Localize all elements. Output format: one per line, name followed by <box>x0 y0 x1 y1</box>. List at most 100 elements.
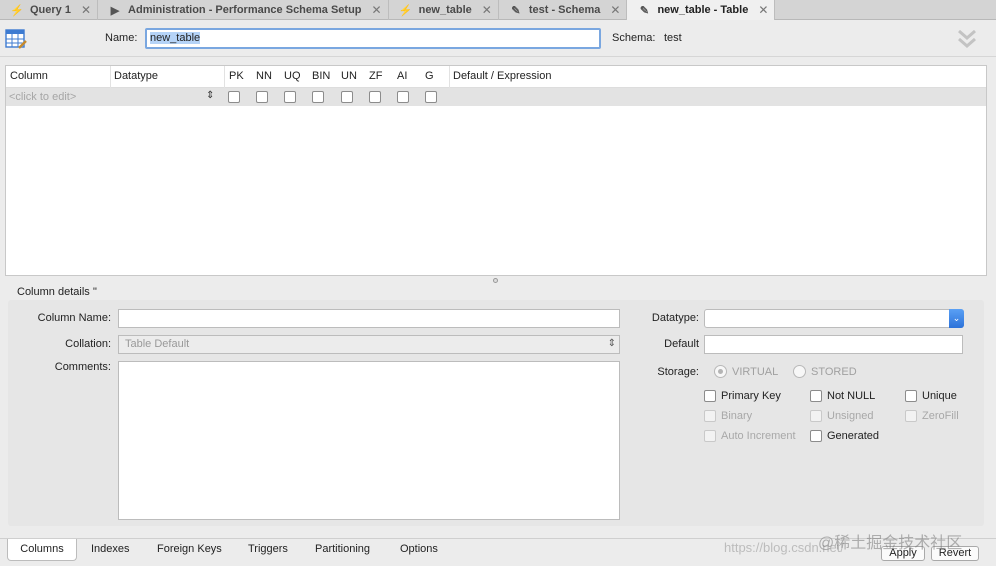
tab-test-schema[interactable]: ✎ test - Schema ✕ <box>499 0 628 20</box>
nn-checkbox[interactable] <box>256 91 268 103</box>
play-circle-icon: ▶ <box>110 4 120 17</box>
col-header-default[interactable]: Default / Expression <box>453 70 551 82</box>
watermark-text: @稀土掘金技术社区 <box>818 535 963 552</box>
name-label: Name: <box>105 32 138 44</box>
column-details-title: Column details '' <box>17 286 98 298</box>
column-details-panel: Column Name: Collation: Table Default ⇕ … <box>8 300 984 526</box>
unique-label: Unique <box>922 390 957 402</box>
wrench-icon: ✎ <box>511 4 521 17</box>
comments-textarea[interactable] <box>118 361 620 520</box>
header-divider <box>110 66 111 88</box>
un-checkbox[interactable] <box>341 91 353 103</box>
lightning-icon: ⚡ <box>10 4 24 17</box>
col-header-pk[interactable]: PK <box>229 70 244 82</box>
generated-label: Generated <box>827 430 879 442</box>
splitter-handle[interactable] <box>493 278 498 283</box>
comments-label: Comments: <box>54 361 111 373</box>
col-header-column[interactable]: Column <box>10 70 48 82</box>
table-header: Name: new_table Schema: test <box>0 20 996 57</box>
table-name-input[interactable]: new_table <box>145 28 601 49</box>
table-name-value: new_table <box>150 32 201 44</box>
tab-administration[interactable]: ▶ Administration - Performance Schema Se… <box>98 0 389 20</box>
auto-increment-label: Auto Increment <box>721 430 796 442</box>
close-icon[interactable]: ✕ <box>482 3 492 17</box>
header-divider <box>449 66 450 88</box>
unsigned-label: Unsigned <box>827 410 874 422</box>
header-divider <box>224 66 225 88</box>
collation-value: Table Default <box>125 338 190 350</box>
not-null-checkbox[interactable] <box>810 390 822 402</box>
updown-arrows-icon: ⇕ <box>607 338 616 349</box>
storage-label: Storage: <box>657 366 699 378</box>
tab-indexes[interactable]: Indexes <box>91 543 130 555</box>
not-null-label: Not NULL <box>827 390 876 402</box>
col-header-nn[interactable]: NN <box>256 70 272 82</box>
close-icon[interactable]: ✕ <box>81 3 91 17</box>
close-icon[interactable]: ✕ <box>610 3 620 17</box>
click-to-edit-placeholder[interactable]: <click to edit> <box>9 91 76 103</box>
default-label: Default <box>664 338 699 350</box>
editor-tab-bar: ⚡ Query 1 ✕ ▶ Administration - Performan… <box>0 0 996 20</box>
schema-label: Schema: <box>612 32 656 44</box>
binary-checkbox <box>704 410 716 422</box>
tab-new-table-editor[interactable]: ✎ new_table - Table ✕ <box>627 0 776 20</box>
col-header-uq[interactable]: UQ <box>284 70 301 82</box>
wrench-icon: ✎ <box>639 4 650 17</box>
col-header-datatype[interactable]: Datatype <box>114 70 158 82</box>
lightning-icon: ⚡ <box>398 4 413 17</box>
tab-triggers[interactable]: Triggers <box>248 543 288 555</box>
zerofill-checkbox <box>905 410 917 422</box>
datatype-label: Datatype: <box>651 312 699 324</box>
column-name-input[interactable] <box>118 309 620 328</box>
unsigned-checkbox <box>810 410 822 422</box>
stored-radio <box>793 365 806 378</box>
col-header-bin[interactable]: BIN <box>312 70 330 82</box>
tab-options[interactable]: Options <box>400 543 438 555</box>
unique-checkbox[interactable] <box>905 390 917 402</box>
g-checkbox[interactable] <box>425 91 437 103</box>
bin-checkbox[interactable] <box>312 91 324 103</box>
tab-query-1[interactable]: ⚡ Query 1 ✕ <box>0 0 99 20</box>
double-chevron-down-icon[interactable] <box>957 28 977 50</box>
virtual-radio-label: VIRTUAL <box>732 366 779 378</box>
auto-increment-checkbox <box>704 430 716 442</box>
column-name-label: Column Name: <box>37 312 111 324</box>
grid-header: Column Datatype PK NN UQ BIN UN ZF AI G … <box>6 66 986 88</box>
tab-label: Administration - Performance Schema Setu… <box>128 4 362 16</box>
tab-new-table-query[interactable]: ⚡ new_table ✕ <box>389 0 499 20</box>
table-row[interactable]: <click to edit> ⇕ <box>6 88 986 106</box>
uq-checkbox[interactable] <box>284 91 296 103</box>
tab-label: test - Schema <box>528 4 601 16</box>
updown-arrows-icon[interactable]: ⇕ <box>206 90 214 101</box>
zerofill-label: ZeroFill <box>922 410 959 422</box>
default-input[interactable] <box>704 335 963 354</box>
close-icon[interactable]: ✕ <box>372 3 382 17</box>
col-header-ai[interactable]: AI <box>397 70 407 82</box>
primary-key-checkbox[interactable] <box>704 390 716 402</box>
chevron-down-icon[interactable]: ⌄ <box>949 309 964 328</box>
zf-checkbox[interactable] <box>369 91 381 103</box>
columns-grid[interactable]: Column Datatype PK NN UQ BIN UN ZF AI G … <box>5 65 987 276</box>
tab-columns[interactable]: Columns <box>7 539 77 561</box>
close-icon[interactable]: ✕ <box>758 3 768 17</box>
table-editor-icon <box>5 29 27 49</box>
col-header-un[interactable]: UN <box>341 70 357 82</box>
tab-label: new_table - Table <box>657 4 749 16</box>
virtual-radio <box>714 365 727 378</box>
editor-bottom-tabs: Columns Indexes Foreign Keys Triggers Pa… <box>0 535 996 566</box>
datatype-combo[interactable]: ⌄ <box>704 309 964 328</box>
col-header-g[interactable]: G <box>425 70 434 82</box>
tab-foreign-keys[interactable]: Foreign Keys <box>157 543 222 555</box>
col-header-zf[interactable]: ZF <box>369 70 382 82</box>
primary-key-label: Primary Key <box>721 390 781 402</box>
schema-value: test <box>664 32 682 44</box>
tab-partitioning[interactable]: Partitioning <box>315 543 370 555</box>
collation-label: Collation: <box>65 338 111 350</box>
pk-checkbox[interactable] <box>228 91 240 103</box>
stored-radio-label: STORED <box>811 366 857 378</box>
generated-checkbox[interactable] <box>810 430 822 442</box>
binary-label: Binary <box>721 410 753 422</box>
ai-checkbox[interactable] <box>397 91 409 103</box>
tab-label: new_table <box>418 4 472 16</box>
collation-select: Table Default ⇕ <box>118 335 620 354</box>
